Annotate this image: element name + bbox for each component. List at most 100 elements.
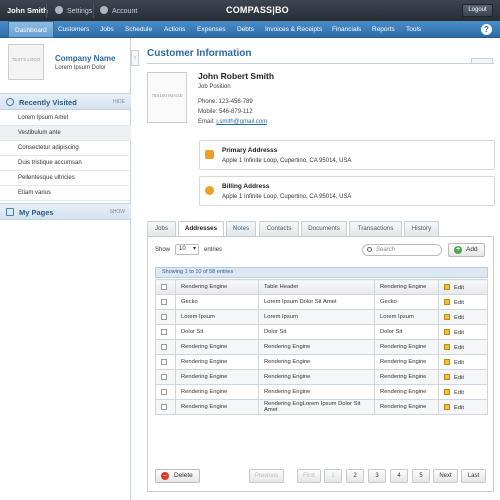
tab-addresses[interactable]: Addresses — [178, 221, 224, 237]
table-row[interactable]: Dolor Sit Dolor Sit Dolor Sit Edit — [155, 324, 488, 340]
edit-cell[interactable]: Edit — [438, 309, 488, 325]
tab-jobs[interactable]: Jobs — [147, 221, 176, 236]
account-link[interactable]: Account — [100, 6, 137, 15]
tab-contacts[interactable]: Contacts — [259, 221, 299, 236]
recent-item[interactable]: Lorem Ipsum Amet — [0, 111, 131, 126]
edit-cell[interactable]: Edit — [438, 384, 488, 400]
table-cell: Dolor Sit — [258, 324, 375, 340]
edit-link[interactable]: Edit — [454, 315, 464, 321]
nav-debts[interactable]: Debts — [237, 21, 254, 38]
settings-link[interactable]: Settings — [55, 6, 92, 15]
pagination-first[interactable]: First — [297, 469, 321, 483]
edit-header-label: Edit — [454, 284, 464, 291]
nav-financials[interactable]: Financials — [332, 21, 361, 38]
tab-documents[interactable]: Documents — [301, 221, 347, 236]
edit-icon — [444, 388, 450, 395]
user-name[interactable]: John Smith — [7, 6, 48, 15]
add-label: Add — [466, 246, 478, 253]
nav-actions[interactable]: Actions — [164, 21, 185, 38]
nav-reports[interactable]: Reports — [372, 21, 395, 38]
edit-link[interactable]: Edit — [454, 390, 464, 396]
table-row[interactable]: Rendering Engine Rendering Engine Renderin… — [155, 339, 488, 355]
row-checkbox[interactable] — [161, 403, 167, 410]
edit-cell[interactable]: Edit — [438, 294, 488, 310]
edit-cell[interactable]: Edit — [438, 354, 488, 370]
column-header[interactable]: Edit — [438, 279, 488, 295]
tab-history[interactable]: History — [404, 221, 439, 236]
edit-icon — [444, 403, 450, 410]
edit-icon — [444, 313, 450, 320]
collapse-sidebar-icon[interactable]: ‹ — [131, 50, 139, 66]
top-bar: John Smith Settings Account COMPASS|BO L… — [0, 0, 500, 21]
table-row[interactable]: Rendering Engine Rendering Engine Renderin… — [155, 369, 488, 385]
pagination-page[interactable]: 1 — [324, 469, 342, 483]
logout-button[interactable]: Logout — [462, 4, 493, 17]
show-button[interactable]: SHOW — [109, 209, 125, 215]
edit-cell[interactable]: Edit — [438, 339, 488, 355]
nav-invoices[interactable]: Invoices & Receipts — [265, 21, 322, 38]
user-icon — [100, 6, 108, 14]
nav-schedule[interactable]: Schedule — [125, 21, 152, 38]
recent-item[interactable]: Pellentesque ultricies — [0, 171, 131, 186]
row-checkbox[interactable] — [161, 328, 167, 335]
hide-button[interactable]: HIDE — [113, 99, 125, 105]
add-button[interactable]: + Add — [448, 243, 485, 257]
pagination-next[interactable]: Next — [433, 469, 458, 483]
nav-customers[interactable]: Customers — [58, 21, 89, 38]
nav-jobs[interactable]: Jobs — [100, 21, 114, 38]
pages-icon — [6, 208, 14, 216]
primary-address-text: Apple 1 Infinite Loop, Cupertino, CA 950… — [222, 158, 352, 164]
edit-link[interactable]: Edit — [454, 330, 464, 336]
edit-cell[interactable]: Edit — [438, 399, 488, 415]
nav-dashboard[interactable]: Dashboard — [8, 21, 54, 38]
pagination-page[interactable]: 4 — [390, 469, 408, 483]
nav-expenses[interactable]: Expenses — [197, 21, 226, 38]
select-all-checkbox[interactable] — [161, 283, 167, 290]
row-checkbox[interactable] — [161, 373, 167, 380]
entries-select[interactable]: 10 — [175, 244, 199, 255]
nav-tools[interactable]: Tools — [406, 21, 421, 38]
job-position: Job Position — [198, 84, 231, 90]
email-label: Email: — [198, 119, 215, 125]
delete-button[interactable]: – Delete — [155, 469, 200, 483]
table-cell: Rendering Engine — [175, 339, 259, 355]
column-header[interactable]: Rendering Engine — [374, 279, 439, 295]
edit-link[interactable]: Edit — [454, 375, 464, 381]
table-row[interactable]: Rendering Engine Rendering Engine Renderin… — [155, 354, 488, 370]
column-header[interactable]: Rendering Engine — [175, 279, 259, 295]
pagination-page[interactable]: 2 — [346, 469, 364, 483]
recent-item[interactable]: Etiam varius — [0, 186, 131, 201]
search-input[interactable]: Search — [362, 244, 442, 256]
row-checkbox[interactable] — [161, 358, 167, 365]
table-row[interactable]: Rendering Engine Rendering Engine Renderin… — [155, 384, 488, 400]
row-checkbox[interactable] — [161, 313, 167, 320]
row-checkbox[interactable] — [161, 298, 167, 305]
table-cell: Rendering Engine — [175, 399, 259, 415]
pagination-previous[interactable]: Previous — [249, 469, 284, 483]
email-link[interactable]: j.smith@gmail.com — [216, 119, 267, 125]
row-checkbox[interactable] — [161, 388, 167, 395]
address-icon — [205, 150, 214, 159]
pagination-page[interactable]: 5 — [412, 469, 430, 483]
edit-link[interactable]: Edit — [454, 300, 464, 306]
row-checkbox[interactable] — [161, 343, 167, 350]
recent-item[interactable]: Vestibulum ante — [0, 126, 131, 141]
table-row[interactable]: Rendering Engine Rendering EngLorem Ipsum… — [155, 399, 488, 415]
edit-cell[interactable]: Edit — [438, 369, 488, 385]
edit-cell[interactable]: Edit — [438, 324, 488, 340]
tab-transactions[interactable]: Transactions — [349, 221, 402, 236]
table-row[interactable]: Gecko Lorem Ipsum Dolor Sit Amet Gecko Edit — [155, 294, 488, 310]
pagination-last[interactable]: Last — [461, 469, 486, 483]
edit-link[interactable]: Edit — [454, 360, 464, 366]
edit-link[interactable]: Edit — [454, 345, 464, 351]
column-header[interactable]: Table Header — [258, 279, 375, 295]
pagination-page[interactable]: 3 — [368, 469, 386, 483]
help-icon[interactable]: ? — [481, 24, 492, 35]
company-logo: TEXTS LOGO — [8, 44, 44, 80]
table-row[interactable]: Lorem Ipsum Lorem Ipsum Lorem Ipsum Edit — [155, 309, 488, 325]
edit-link[interactable]: Edit — [454, 405, 464, 411]
recent-item[interactable]: Duis tristique accumsan — [0, 156, 131, 171]
tab-notes[interactable]: Notes — [226, 221, 256, 236]
main-content: Customer Information 75X100 IMAGE John R… — [140, 38, 500, 500]
recent-item[interactable]: Consectetur adipiscing — [0, 141, 131, 156]
